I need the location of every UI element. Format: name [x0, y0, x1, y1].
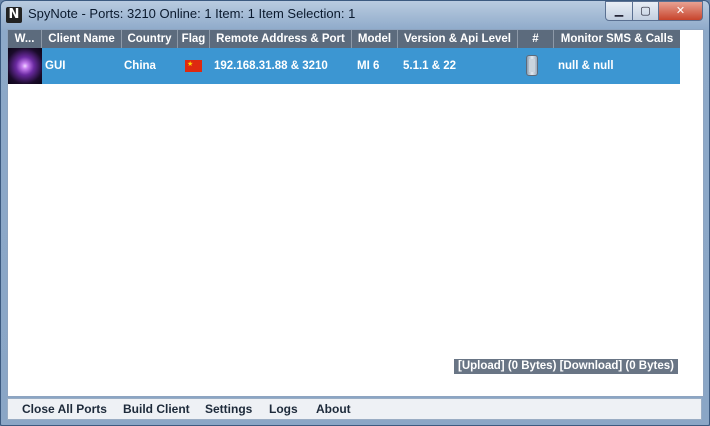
country-cell: China	[124, 60, 156, 72]
close-button[interactable]: ✕	[659, 1, 703, 21]
table-header: W... Client Name Country Flag Remote Add…	[8, 30, 680, 48]
column-header-remote-address[interactable]: Remote Address & Port	[210, 30, 352, 48]
transfer-status: [Upload] (0 Bytes) [Download] (0 Bytes)	[454, 359, 678, 374]
settings-menu-item[interactable]: Settings	[205, 399, 252, 419]
close-all-ports-menu-item[interactable]: Close All Ports	[22, 399, 107, 419]
monitor-cell: null & null	[558, 60, 614, 72]
bottom-menu-bar: Close All Ports Build Client Settings Lo…	[7, 398, 702, 420]
wallpaper-thumbnail	[8, 48, 42, 84]
phone-icon	[526, 55, 538, 76]
column-header-country[interactable]: Country	[122, 30, 178, 48]
build-client-menu-item[interactable]: Build Client	[123, 399, 190, 419]
maximize-button[interactable]: ▢	[633, 1, 659, 21]
china-flag-icon: ★	[185, 60, 202, 72]
column-header-wallpaper[interactable]: W...	[8, 30, 42, 48]
window-controls: ▁ ▢ ✕	[605, 1, 703, 21]
column-header-model[interactable]: Model	[352, 30, 398, 48]
minimize-button[interactable]: ▁	[605, 1, 633, 21]
remote-address-cell: 192.168.31.88 & 3210	[214, 60, 328, 72]
spynote-app-icon[interactable]: N	[6, 7, 22, 23]
model-cell: MI 6	[357, 60, 380, 72]
window-title: SpyNote - Ports: 3210 Online: 1 Item: 1 …	[28, 6, 356, 21]
about-menu-item[interactable]: About	[316, 399, 351, 419]
app-window: N SpyNote - Ports: 3210 Online: 1 Item: …	[0, 0, 710, 426]
logs-menu-item[interactable]: Logs	[269, 399, 298, 419]
column-header-flag[interactable]: Flag	[178, 30, 210, 48]
title-bar[interactable]: N SpyNote - Ports: 3210 Online: 1 Item: …	[1, 1, 709, 29]
table-row[interactable]: GUI China ★ 192.168.31.88 & 3210 MI 6 5.…	[8, 48, 680, 84]
client-name-cell: GUI	[45, 60, 66, 72]
client-list-area: W... Client Name Country Flag Remote Add…	[7, 29, 704, 397]
column-header-monitor[interactable]: Monitor SMS & Calls	[554, 30, 680, 48]
column-header-hash[interactable]: #	[518, 30, 554, 48]
version-cell: 5.1.1 & 22	[403, 60, 457, 72]
column-header-client-name[interactable]: Client Name	[42, 30, 122, 48]
column-header-version[interactable]: Version & Api Level	[398, 30, 518, 48]
